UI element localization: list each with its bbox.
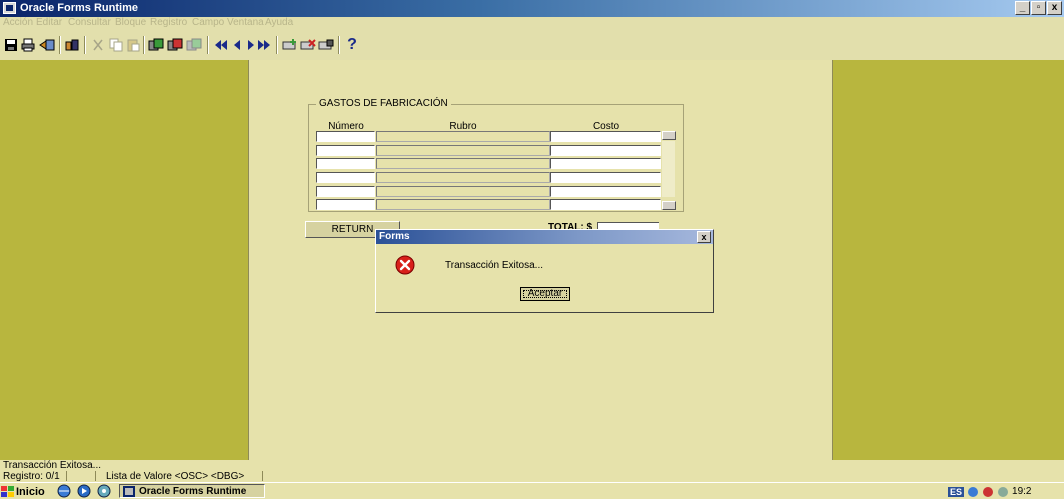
security-icon[interactable] [982, 486, 994, 498]
costo-field[interactable] [550, 158, 661, 169]
status-divider [66, 471, 67, 481]
menu-bar: Acción Editar Consultar Bloque Registro … [0, 17, 1064, 30]
costo-field[interactable] [550, 131, 661, 142]
numero-field[interactable] [316, 131, 375, 142]
enter-query-icon[interactable] [64, 37, 80, 53]
last-record-icon[interactable] [256, 37, 272, 53]
status-divider [95, 471, 96, 481]
status-bar: Transacción Exitosa... Registro: 0/1 Lis… [0, 460, 1064, 482]
paste-icon[interactable] [125, 37, 141, 53]
toolbar-separator [207, 36, 209, 54]
start-button[interactable]: Inicio [1, 484, 52, 499]
rubro-field[interactable] [376, 199, 550, 210]
menu-accion[interactable]: Acción [3, 17, 33, 28]
duplicate-record-icon[interactable] [167, 37, 183, 53]
records-scrollbar[interactable] [662, 141, 675, 197]
insert-record-icon[interactable] [148, 37, 164, 53]
restore-button[interactable]: ▫ [1031, 1, 1046, 15]
copy-icon[interactable] [108, 37, 124, 53]
rubro-field[interactable] [376, 186, 550, 197]
help-icon[interactable]: ? [344, 36, 360, 53]
forms-alert-dialog: Forms x Transacción Exitosa... Aceptar [375, 229, 714, 313]
costo-field[interactable] [550, 199, 661, 210]
dialog-message: Transacción Exitosa... [445, 260, 544, 271]
lock-record-icon[interactable] [318, 37, 334, 53]
rubro-field[interactable] [376, 172, 550, 183]
numero-field[interactable] [316, 199, 375, 210]
error-icon [395, 255, 415, 275]
dialog-title: Forms [379, 231, 410, 242]
browser-icon[interactable] [56, 483, 72, 499]
delete-record-icon[interactable] [300, 37, 316, 53]
volume-icon[interactable] [997, 486, 1009, 498]
accept-button-label: Aceptar [527, 288, 563, 299]
status-divider [262, 471, 263, 481]
scroll-up-button[interactable] [662, 131, 676, 140]
scroll-down-button[interactable] [662, 201, 676, 210]
window-title: Oracle Forms Runtime [20, 2, 138, 14]
exit-icon[interactable] [39, 37, 55, 53]
menu-ventana[interactable]: Ventana [227, 17, 264, 28]
lov-indicator: Lista de Valore <OSC> <DBG> [106, 471, 245, 482]
windows-logo-icon [1, 485, 14, 497]
toolbar-separator [338, 36, 340, 54]
start-label: Inicio [16, 485, 45, 498]
rubro-field[interactable] [376, 131, 550, 142]
rubro-field[interactable] [376, 145, 550, 156]
costo-field[interactable] [550, 172, 661, 183]
insert-icon[interactable] [282, 37, 298, 53]
toolbar-separator [276, 36, 278, 54]
right-canvas-area [833, 60, 1064, 460]
messenger-icon[interactable] [96, 483, 112, 499]
menu-bloque[interactable]: Bloque [115, 17, 146, 28]
accept-button[interactable]: Aceptar [520, 287, 570, 301]
oracle-forms-icon [3, 2, 16, 14]
dialog-close-button[interactable]: x [697, 231, 711, 243]
first-record-icon[interactable] [213, 37, 229, 53]
numero-field[interactable] [316, 172, 375, 183]
menu-editar[interactable]: Editar [36, 17, 62, 28]
oracle-forms-task-icon [123, 485, 135, 497]
task-label: Oracle Forms Runtime [139, 485, 247, 497]
minimize-button[interactable]: _ [1015, 1, 1030, 15]
record-indicator: Registro: 0/1 [3, 471, 60, 482]
network-icon[interactable] [967, 486, 979, 498]
numero-field[interactable] [316, 186, 375, 197]
taskbar: Inicio Oracle Forms Runtime ES 19:2 [0, 482, 1064, 499]
save-icon[interactable] [3, 37, 19, 53]
costo-field[interactable] [550, 145, 661, 156]
language-indicator[interactable]: ES [948, 486, 965, 497]
toolbar-separator [84, 36, 86, 54]
clock: 19:2 [1012, 486, 1032, 497]
close-window-button[interactable]: x [1047, 1, 1062, 15]
numero-field[interactable] [316, 158, 375, 169]
costo-field[interactable] [550, 186, 661, 197]
menu-ayuda[interactable]: Ayuda [265, 17, 293, 28]
menu-registro[interactable]: Registro [150, 17, 187, 28]
toolbar-separator [143, 36, 145, 54]
cut-icon[interactable] [90, 37, 106, 53]
frame-title: GASTOS DE FABRICACIÓN [316, 98, 451, 109]
rubro-field[interactable] [376, 158, 550, 169]
print-icon[interactable] [20, 37, 36, 53]
menu-campo[interactable]: Campo [192, 17, 224, 28]
dialog-title-bar: Forms x [376, 230, 713, 244]
window-controls: _ ▫ x [1014, 1, 1062, 15]
numero-field[interactable] [316, 145, 375, 156]
total-field[interactable] [597, 222, 659, 229]
title-bar: Oracle Forms Runtime _ ▫ x [0, 0, 1064, 17]
media-player-icon[interactable] [76, 483, 92, 499]
taskbar-oracle-forms[interactable]: Oracle Forms Runtime [119, 484, 265, 498]
clear-record-icon[interactable] [186, 37, 202, 53]
toolbar: ? [0, 30, 1064, 60]
total-label: TOTAL: $ [548, 222, 593, 229]
status-message: Transacción Exitosa... [3, 460, 102, 471]
toolbar-separator [59, 36, 61, 54]
left-canvas-area [0, 60, 248, 460]
menu-consultar[interactable]: Consultar [68, 17, 111, 28]
system-tray: ES 19:2 [948, 484, 1064, 499]
